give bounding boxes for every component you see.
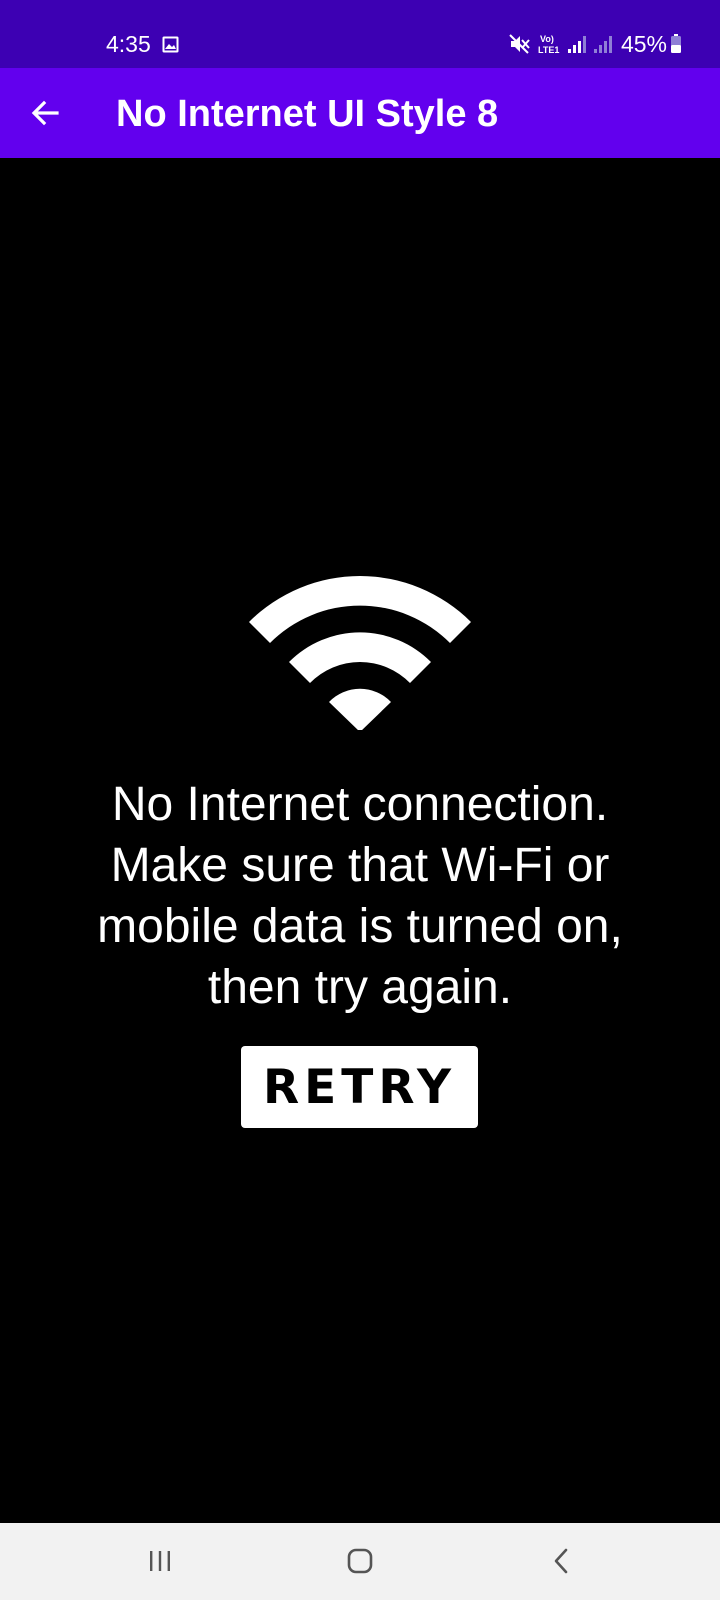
signal-icon	[593, 36, 612, 53]
svg-text:Vo): Vo)	[540, 34, 554, 44]
gallery-icon	[162, 36, 179, 53]
svg-text:LTE1: LTE1	[538, 45, 559, 55]
signal-icon	[567, 36, 586, 53]
mute-icon	[509, 34, 530, 54]
home-icon	[347, 1548, 373, 1574]
no-internet-screen: No Internet connection. Make sure that W…	[0, 158, 720, 1523]
message-line: then try again.	[207, 961, 513, 1014]
volte-icon: Vo) LTE1	[538, 34, 559, 55]
app-bar: No Internet UI Style 8	[0, 68, 720, 158]
status-time: 4:35	[106, 31, 151, 57]
arrow-left-icon	[31, 100, 59, 126]
wifi-icon	[249, 576, 471, 730]
back-button[interactable]	[20, 88, 70, 138]
status-bar: 4:35 Vo) LTE1 45%	[0, 0, 720, 68]
recents-icon	[150, 1551, 170, 1571]
no-internet-message: No Internet connection. Make sure that W…	[40, 774, 680, 1018]
recents-button[interactable]	[130, 1541, 190, 1581]
battery-icon	[671, 34, 681, 53]
message-line: Make sure that Wi-Fi or	[110, 839, 610, 892]
message-line: mobile data is turned on,	[97, 900, 623, 953]
navigation-bar	[0, 1523, 720, 1600]
status-icons: Vo) LTE1 45%	[509, 30, 682, 58]
battery-level: 45%	[620, 31, 667, 57]
page-title: No Internet UI Style 8	[116, 93, 499, 135]
nav-back-button[interactable]	[532, 1541, 592, 1581]
message-line: No Internet connection.	[111, 778, 609, 831]
home-button[interactable]	[330, 1541, 390, 1581]
retry-button[interactable]: RETRY	[241, 1046, 478, 1128]
back-icon	[554, 1548, 568, 1574]
